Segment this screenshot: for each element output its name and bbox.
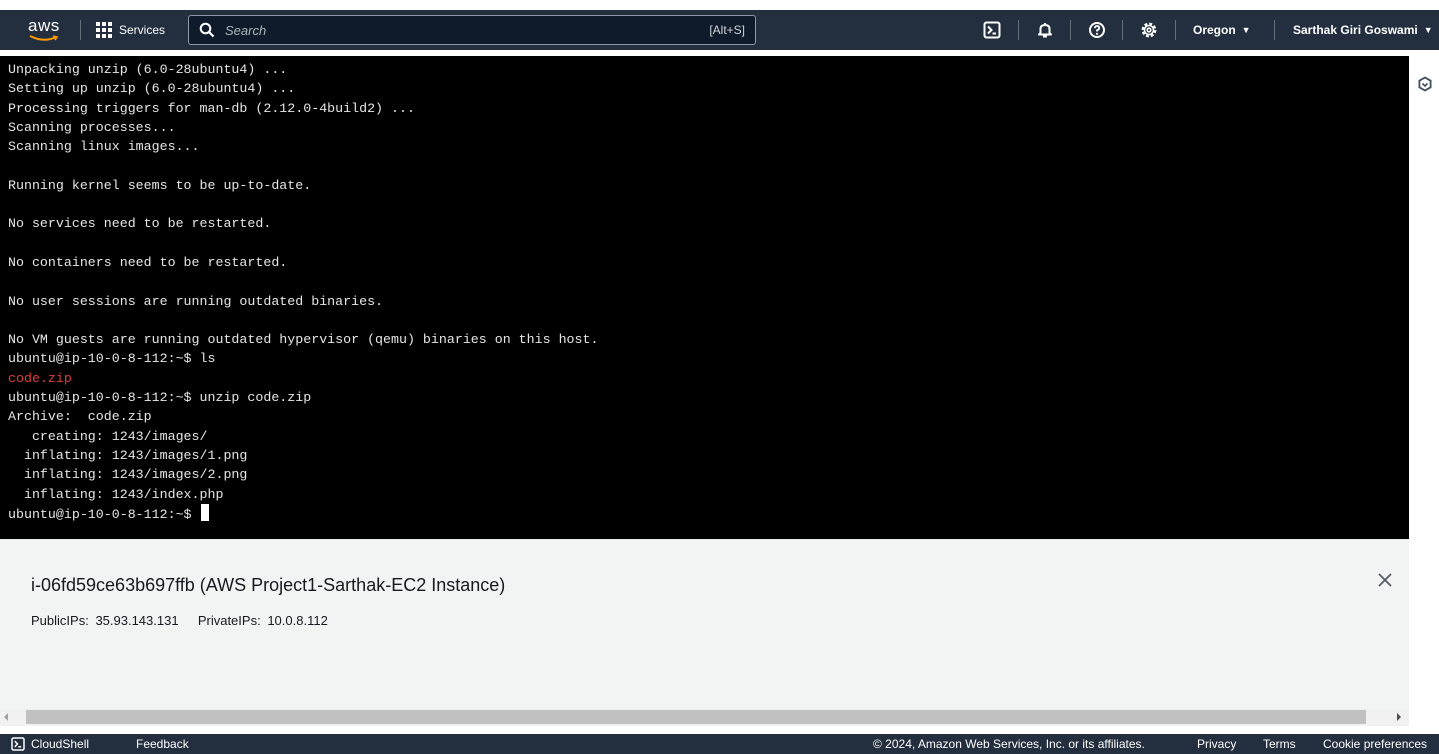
terminal-prompt: ubuntu@ip-10-0-8-112:~$ bbox=[8, 506, 200, 522]
cloudshell-nav-button[interactable] bbox=[980, 18, 1004, 42]
terminal-line: Running kernel seems to be up-to-date. bbox=[8, 177, 312, 193]
services-menu-button[interactable]: Services bbox=[96, 10, 165, 50]
terminal-line: ubuntu@ip-10-0-8-112:~$ unzip code.zip bbox=[8, 390, 312, 406]
caret-down-icon: ▼ bbox=[1423, 25, 1433, 35]
nav-divider bbox=[1018, 20, 1019, 40]
caret-down-icon: ▼ bbox=[1241, 25, 1251, 35]
cloudshell-label: CloudShell bbox=[31, 737, 90, 751]
terminal-line: No user sessions are running outdated bi… bbox=[8, 293, 384, 309]
bell-icon bbox=[1038, 23, 1052, 38]
terminal-line: creating: 1243/images/ bbox=[8, 428, 208, 444]
close-icon[interactable] bbox=[1375, 570, 1395, 590]
terminal-line: Scanning linux images... bbox=[8, 139, 200, 155]
terminal-line: inflating: 1243/images/1.png bbox=[8, 447, 248, 463]
nav-divider bbox=[80, 20, 81, 40]
services-grid-icon bbox=[96, 22, 112, 38]
terms-link[interactable]: Terms bbox=[1263, 734, 1296, 754]
nav-divider bbox=[1274, 20, 1275, 40]
search-input[interactable] bbox=[225, 22, 710, 38]
feedback-link[interactable]: Feedback bbox=[136, 734, 189, 754]
terminal-line: Setting up unzip (6.0-28ubuntu4) ... bbox=[8, 81, 296, 97]
console-footer: CloudShell Feedback © 2024, Amazon Web S… bbox=[0, 734, 1439, 754]
scrollbar-thumb[interactable] bbox=[26, 710, 1366, 724]
terminal-line: inflating: 1243/images/2.png bbox=[8, 467, 248, 483]
region-label: Oregon bbox=[1193, 23, 1236, 37]
instance-ips: PublicIPs: 35.93.143.131 PrivateIPs: 10.… bbox=[31, 613, 328, 628]
cloudshell-icon bbox=[983, 21, 1001, 39]
scroll-left-arrow[interactable] bbox=[4, 713, 8, 721]
horizontal-scrollbar[interactable] bbox=[0, 709, 1409, 726]
nav-divider bbox=[1122, 20, 1123, 40]
top-navigation: aws Services [Alt+S] bbox=[0, 0, 1439, 56]
instance-info-panel: i-06fd59ce63b697ffb (AWS Project1-Sartha… bbox=[0, 539, 1409, 709]
public-ip-value: 35.93.143.131 bbox=[95, 613, 179, 628]
terminal-output: Unpacking unzip (6.0-28ubuntu4) ... Setti… bbox=[0, 56, 1409, 523]
settings-button[interactable] bbox=[1137, 18, 1161, 42]
nav-divider bbox=[1175, 20, 1176, 40]
terminal-cursor bbox=[200, 503, 209, 521]
terminal-window[interactable]: Unpacking unzip (6.0-28ubuntu4) ... Setti… bbox=[0, 56, 1409, 539]
account-menu[interactable]: Sarthak Giri Goswami ▼ bbox=[1293, 10, 1433, 50]
services-label: Services bbox=[119, 23, 166, 37]
settings-icon bbox=[1141, 22, 1157, 38]
search-icon bbox=[199, 22, 215, 38]
cloudshell-icon bbox=[11, 737, 25, 751]
terminal-line: ubuntu@ip-10-0-8-112:~$ ls bbox=[8, 351, 216, 367]
region-selector[interactable]: Oregon ▼ bbox=[1193, 10, 1251, 50]
terminal-line: Unpacking unzip (6.0-28ubuntu4) ... bbox=[8, 62, 288, 77]
terminal-line: code.zip bbox=[8, 370, 72, 386]
privacy-link[interactable]: Privacy bbox=[1197, 734, 1236, 754]
instance-title: i-06fd59ce63b697ffb (AWS Project1-Sartha… bbox=[31, 575, 506, 595]
copyright-text: © 2024, Amazon Web Services, Inc. or its… bbox=[873, 737, 1145, 751]
search-box[interactable]: [Alt+S] bbox=[188, 15, 756, 45]
terminal-line: No VM guests are running outdated hyperv… bbox=[8, 332, 599, 348]
notifications-button[interactable] bbox=[1033, 18, 1057, 42]
terminal-line: Scanning processes... bbox=[8, 119, 176, 135]
terminal-line: Archive: code.zip bbox=[8, 409, 152, 425]
right-rail bbox=[1409, 56, 1439, 730]
terminal-line: No services need to be restarted. bbox=[8, 216, 272, 232]
terminal-line: No containers need to be restarted. bbox=[8, 254, 288, 270]
private-ip-value: 10.0.8.112 bbox=[267, 613, 328, 628]
aws-logo[interactable]: aws bbox=[28, 16, 64, 42]
help-icon bbox=[1089, 22, 1105, 38]
scroll-right-arrow[interactable] bbox=[1397, 713, 1401, 721]
public-ips-label: PublicIPs: bbox=[31, 613, 89, 628]
cookie-preferences-link[interactable]: Cookie preferences bbox=[1323, 734, 1427, 754]
aws-logo-text: aws bbox=[28, 16, 60, 35]
search-shortcut-hint: [Alt+S] bbox=[709, 23, 745, 37]
aws-smile-icon bbox=[29, 35, 59, 41]
aws-console-navbar: aws Services [Alt+S] bbox=[0, 10, 1439, 50]
terminal-line: inflating: 1243/index.php bbox=[8, 486, 224, 502]
terminal-line: Processing triggers for man-db (2.12.0-4… bbox=[8, 100, 415, 116]
private-ips-label: PrivateIPs: bbox=[197, 613, 261, 628]
help-button[interactable] bbox=[1085, 18, 1109, 42]
terminal-prompt-line[interactable]: ubuntu@ip-10-0-8-112:~$ bbox=[8, 503, 1401, 523]
cloudshell-footer-button[interactable]: CloudShell bbox=[11, 734, 89, 754]
nav-divider bbox=[1070, 20, 1071, 40]
account-name: Sarthak Giri Goswami bbox=[1293, 23, 1418, 37]
hexagon-icon[interactable] bbox=[1417, 76, 1433, 92]
